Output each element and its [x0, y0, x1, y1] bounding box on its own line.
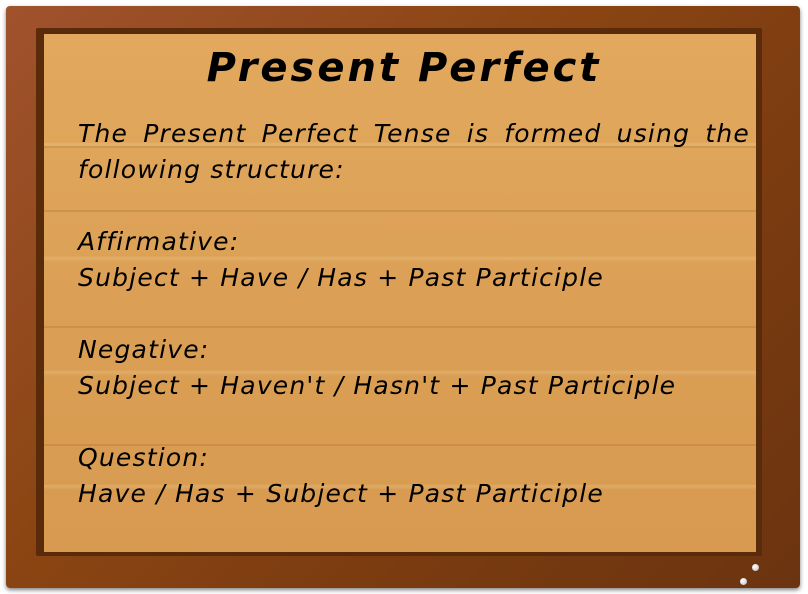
negative-formula: Subject + Haven't / Hasn't + Past Partic… [78, 371, 677, 400]
affirmative-heading: Affirmative: [78, 227, 240, 256]
question-formula: Have / Has + Subject + Past Participle [78, 479, 604, 508]
question-heading: Question: [78, 443, 210, 472]
nail-icon [740, 578, 747, 585]
negative-heading: Negative: [78, 335, 210, 364]
intro-text: The Present Perfect Tense is formed usin… [78, 119, 750, 184]
nail-icon [752, 564, 759, 571]
affirmative-formula: Subject + Have / Has + Past Participle [78, 263, 604, 292]
board-content: The Present Perfect Tense is formed usin… [78, 116, 750, 512]
board-title: Present Perfect [206, 45, 602, 91]
